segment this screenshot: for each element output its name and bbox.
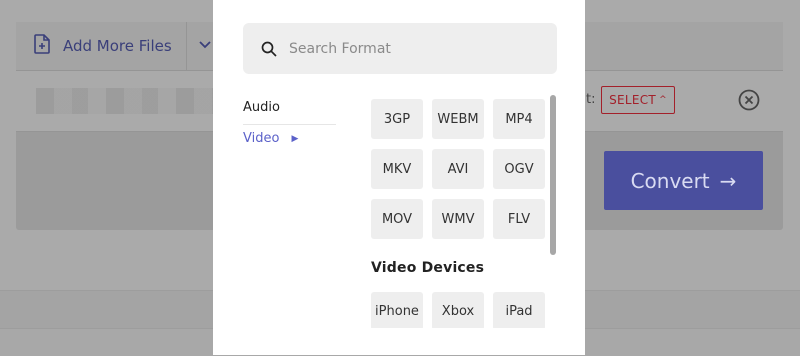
device-option-iphone[interactable]: iPhone (371, 292, 423, 330)
format-picker-modal: Audio Video ▶ 3GP WEBM MP4 MKV AVI OGV M… (213, 0, 585, 355)
device-option-ipad[interactable]: iPad (493, 292, 545, 330)
format-select-button[interactable]: SELECT ^ (601, 86, 675, 114)
scroll-clip (213, 328, 585, 355)
select-label: SELECT (609, 93, 657, 107)
format-option-avi[interactable]: AVI (432, 149, 484, 189)
format-option-mov[interactable]: MOV (371, 199, 423, 239)
chevron-up-icon: ^ (659, 95, 667, 105)
format-option-mp4[interactable]: MP4 (493, 99, 545, 139)
category-video-label: Video (243, 131, 280, 146)
format-option-flv[interactable]: FLV (493, 199, 545, 239)
convert-button[interactable]: Convert → (604, 151, 763, 210)
category-audio[interactable]: Audio (243, 100, 280, 115)
add-more-files-label: Add More Files (63, 37, 172, 55)
format-option-3gp[interactable]: 3GP (371, 99, 423, 139)
video-devices-grid: iPhone Xbox iPad (371, 292, 547, 330)
format-list-scrollbar[interactable] (550, 95, 556, 255)
convert-label: Convert (630, 168, 710, 193)
file-add-icon (34, 34, 63, 58)
format-option-mkv[interactable]: MKV (371, 149, 423, 189)
add-more-files-button[interactable]: Add More Files (16, 22, 187, 70)
arrow-right-icon: → (719, 168, 737, 193)
video-format-grid: 3GP WEBM MP4 MKV AVI OGV MOV WMV FLV (371, 99, 547, 239)
caret-right-icon: ▶ (291, 133, 299, 144)
video-devices-heading: Video Devices (371, 260, 485, 276)
file-name (36, 88, 216, 114)
format-search-box[interactable] (243, 23, 557, 74)
category-video[interactable]: Video ▶ (243, 131, 298, 146)
search-icon (261, 41, 277, 57)
format-option-wmv[interactable]: WMV (432, 199, 484, 239)
format-option-ogv[interactable]: OGV (493, 149, 545, 189)
device-option-xbox[interactable]: Xbox (432, 292, 484, 330)
remove-icon[interactable] (738, 89, 760, 115)
format-option-webm[interactable]: WEBM (432, 99, 484, 139)
category-divider (243, 124, 336, 125)
chevron-down-icon[interactable] (198, 36, 212, 58)
convert-to-label: t: (586, 92, 596, 107)
format-search-input[interactable] (289, 40, 529, 57)
